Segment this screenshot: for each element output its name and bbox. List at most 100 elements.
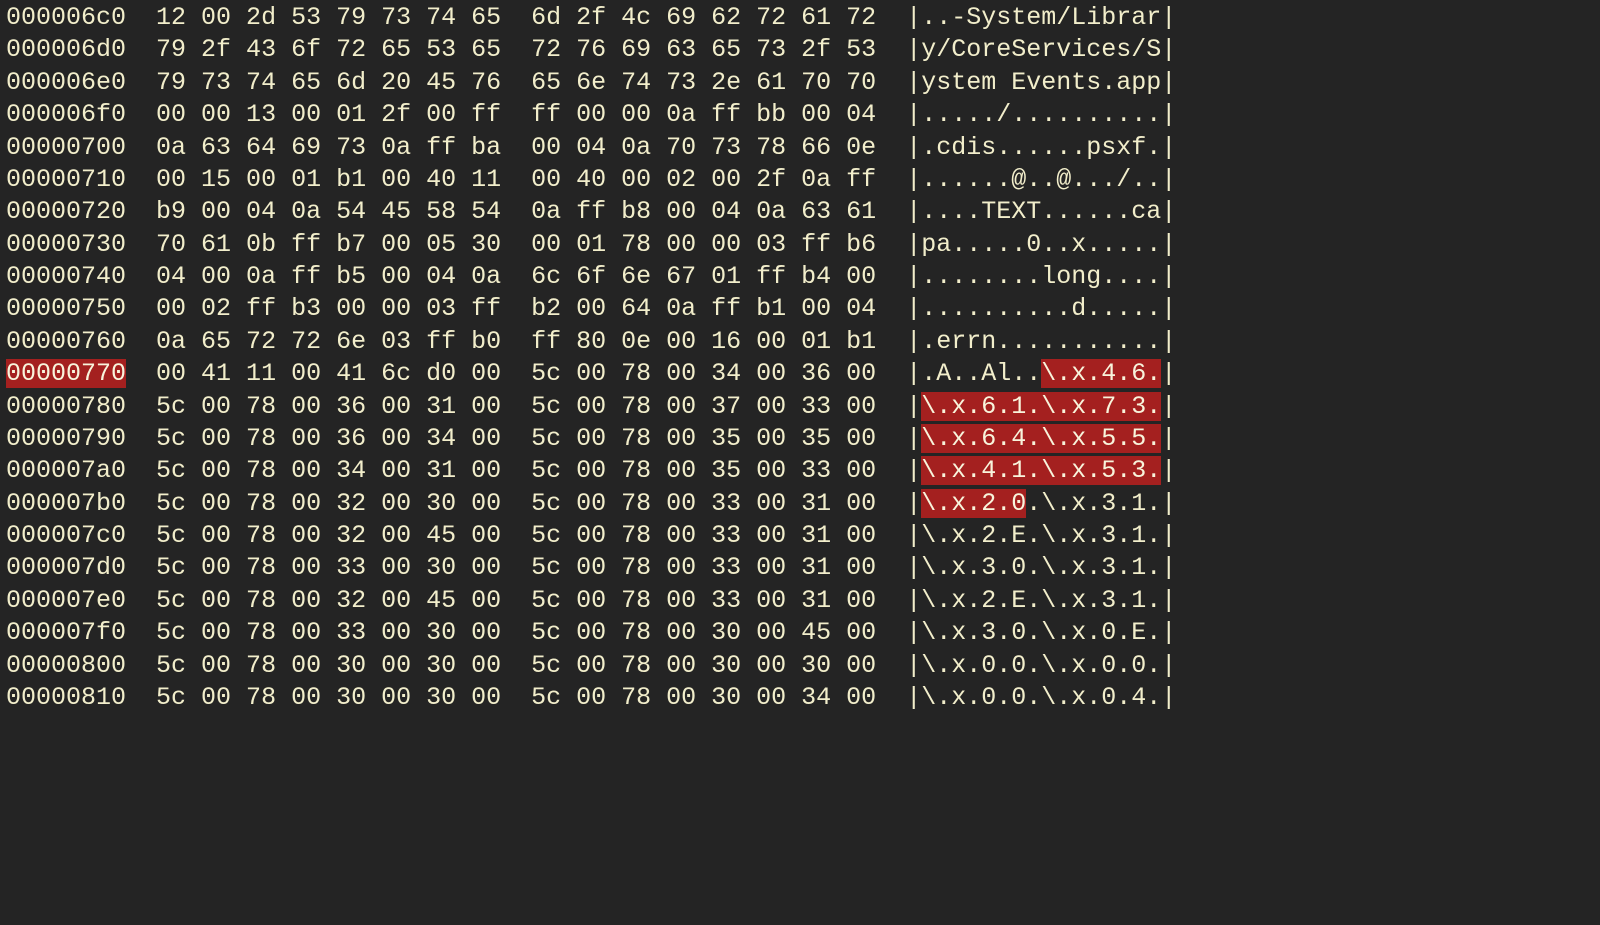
hex-row: 000006e0 79 73 74 65 6d 20 45 76 65 6e 7… xyxy=(6,67,1594,99)
hex-ascii: \.x.2.0.\.x.3.1. xyxy=(921,489,1161,518)
hex-ascii: \.x.6.1.\.x.7.3. xyxy=(921,392,1161,421)
hex-address: 000007d0 xyxy=(6,553,126,582)
hex-ascii-run: y/CoreServices/S xyxy=(921,35,1161,64)
hex-row: 000007e0 5c 00 78 00 32 00 45 00 5c 00 7… xyxy=(6,585,1594,617)
hex-bytes-2: 00 40 00 02 00 2f 0a ff xyxy=(531,165,876,194)
hex-address: 00000700 xyxy=(6,133,126,162)
hex-row: 000007d0 5c 00 78 00 33 00 30 00 5c 00 7… xyxy=(6,552,1594,584)
hex-address: 000007c0 xyxy=(6,521,126,550)
hex-address: 00000790 xyxy=(6,424,126,453)
hex-bytes-1: 5c 00 78 00 33 00 30 00 xyxy=(156,553,501,582)
hex-row: 000007c0 5c 00 78 00 32 00 45 00 5c 00 7… xyxy=(6,520,1594,552)
hex-ascii-run: \.x.3.0.\.x.0.E. xyxy=(921,618,1161,647)
hex-ascii-run: \.x.4.6. xyxy=(1041,359,1161,388)
hex-ascii: ..-System/Librar xyxy=(921,3,1161,32)
hex-ascii: ...../.......... xyxy=(921,100,1161,129)
hex-bytes-2: 6d 2f 4c 69 62 72 61 72 xyxy=(531,3,876,32)
hex-ascii: ........long.... xyxy=(921,262,1161,291)
hex-address: 00000730 xyxy=(6,230,126,259)
hex-bytes-1: 5c 00 78 00 32 00 45 00 xyxy=(156,521,501,550)
hex-bytes-1: 04 00 0a ff b5 00 04 0a xyxy=(156,262,501,291)
hex-bytes-1: 5c 00 78 00 32 00 30 00 xyxy=(156,489,501,518)
hex-bytes-1: 12 00 2d 53 79 73 74 65 xyxy=(156,3,501,32)
hex-address: 00000720 xyxy=(6,197,126,226)
hex-ascii: \.x.0.0.\.x.0.0. xyxy=(921,651,1161,680)
hex-ascii-run: .cdis......psxf. xyxy=(921,133,1161,162)
hex-address: 00000750 xyxy=(6,294,126,323)
hex-bytes-1: 5c 00 78 00 36 00 31 00 xyxy=(156,392,501,421)
hex-row: 000007a0 5c 00 78 00 34 00 31 00 5c 00 7… xyxy=(6,455,1594,487)
hex-ascii-run: pa.....0..x..... xyxy=(921,230,1161,259)
hex-ascii-run: \.x.2.0 xyxy=(921,489,1026,518)
hex-bytes-2: 00 01 78 00 00 03 ff b6 xyxy=(531,230,876,259)
hex-ascii: ....TEXT......ca xyxy=(921,197,1161,226)
hex-ascii-run: .errn........... xyxy=(921,327,1161,356)
hex-ascii: ystem Events.app xyxy=(921,68,1161,97)
hex-ascii-run: ystem Events.app xyxy=(921,68,1161,97)
hex-address: 00000710 xyxy=(6,165,126,194)
hex-row: 00000790 5c 00 78 00 36 00 34 00 5c 00 7… xyxy=(6,423,1594,455)
hex-address: 000007f0 xyxy=(6,618,126,647)
hex-bytes-1: 00 00 13 00 01 2f 00 ff xyxy=(156,100,501,129)
hex-row: 00000800 5c 00 78 00 30 00 30 00 5c 00 7… xyxy=(6,650,1594,682)
hex-ascii: .A..Al..\.x.4.6. xyxy=(921,359,1161,388)
hex-bytes-2: 00 04 0a 70 73 78 66 0e xyxy=(531,133,876,162)
hex-bytes-1: b9 00 04 0a 54 45 58 54 xyxy=(156,197,501,226)
hex-bytes-1: 5c 00 78 00 32 00 45 00 xyxy=(156,586,501,615)
hex-row: 00000730 70 61 0b ff b7 00 05 30 00 01 7… xyxy=(6,229,1594,261)
hex-row: 00000780 5c 00 78 00 36 00 31 00 5c 00 7… xyxy=(6,391,1594,423)
hex-ascii: \.x.2.E.\.x.3.1. xyxy=(921,586,1161,615)
hex-address: 000006f0 xyxy=(6,100,126,129)
hex-ascii: \.x.4.1.\.x.5.3. xyxy=(921,456,1161,485)
hex-address: 00000800 xyxy=(6,651,126,680)
hex-bytes-2: 5c 00 78 00 33 00 31 00 xyxy=(531,586,876,615)
hex-bytes-2: 5c 00 78 00 33 00 31 00 xyxy=(531,553,876,582)
hex-address: 00000810 xyxy=(6,683,126,712)
hex-bytes-2: 72 76 69 63 65 73 2f 53 xyxy=(531,35,876,64)
hex-bytes-2: 5c 00 78 00 37 00 33 00 xyxy=(531,392,876,421)
hex-address: 000006d0 xyxy=(6,35,126,64)
hex-address: 000007b0 xyxy=(6,489,126,518)
hex-ascii-run: \.x.2.E.\.x.3.1. xyxy=(921,586,1161,615)
hex-bytes-2: 5c 00 78 00 35 00 33 00 xyxy=(531,456,876,485)
hex-bytes-2: 6c 6f 6e 67 01 ff b4 00 xyxy=(531,262,876,291)
hex-ascii: \.x.3.0.\.x.3.1. xyxy=(921,553,1161,582)
hex-bytes-1: 00 02 ff b3 00 00 03 ff xyxy=(156,294,501,323)
hex-bytes-1: 5c 00 78 00 36 00 34 00 xyxy=(156,424,501,453)
hex-address: 00000740 xyxy=(6,262,126,291)
hex-bytes-2: 5c 00 78 00 33 00 31 00 xyxy=(531,521,876,550)
hex-ascii: y/CoreServices/S xyxy=(921,35,1161,64)
hex-row: 00000810 5c 00 78 00 30 00 30 00 5c 00 7… xyxy=(6,682,1594,714)
hex-bytes-2: 5c 00 78 00 33 00 31 00 xyxy=(531,489,876,518)
hex-bytes-2: ff 00 00 0a ff bb 00 04 xyxy=(531,100,876,129)
hex-bytes-2: 5c 00 78 00 30 00 30 00 xyxy=(531,651,876,680)
hex-row: 00000710 00 15 00 01 b1 00 40 11 00 40 0… xyxy=(6,164,1594,196)
hex-row: 000006d0 79 2f 43 6f 72 65 53 65 72 76 6… xyxy=(6,34,1594,66)
hex-address: 00000780 xyxy=(6,392,126,421)
hex-ascii-run: ......@..@.../.. xyxy=(921,165,1161,194)
hex-ascii-run: \.x.0.0.\.x.0.0. xyxy=(921,651,1161,680)
hex-bytes-1: 79 73 74 65 6d 20 45 76 xyxy=(156,68,501,97)
hex-row: 000006f0 00 00 13 00 01 2f 00 ff ff 00 0… xyxy=(6,99,1594,131)
hex-ascii-run: \.x.4.1.\.x.5.3. xyxy=(921,456,1161,485)
hex-bytes-2: 65 6e 74 73 2e 61 70 70 xyxy=(531,68,876,97)
hex-bytes-1: 79 2f 43 6f 72 65 53 65 xyxy=(156,35,501,64)
hex-ascii: \.x.0.0.\.x.0.4. xyxy=(921,683,1161,712)
hex-ascii: pa.....0..x..... xyxy=(921,230,1161,259)
hex-dump: 000006c0 12 00 2d 53 79 73 74 65 6d 2f 4… xyxy=(0,0,1600,716)
hex-row: 00000760 0a 65 72 72 6e 03 ff b0 ff 80 0… xyxy=(6,326,1594,358)
hex-bytes-1: 00 41 11 00 41 6c d0 00 xyxy=(156,359,501,388)
hex-bytes-1: 70 61 0b ff b7 00 05 30 xyxy=(156,230,501,259)
hex-bytes-2: 0a ff b8 00 04 0a 63 61 xyxy=(531,197,876,226)
hex-ascii-run: \.x.0.0.\.x.0.4. xyxy=(921,683,1161,712)
hex-bytes-1: 0a 63 64 69 73 0a ff ba xyxy=(156,133,501,162)
hex-ascii-run: .\.x.3.1. xyxy=(1026,489,1161,518)
hex-ascii: ......@..@.../.. xyxy=(921,165,1161,194)
hex-row: 00000770 00 41 11 00 41 6c d0 00 5c 00 7… xyxy=(6,358,1594,390)
hex-bytes-1: 0a 65 72 72 6e 03 ff b0 xyxy=(156,327,501,356)
hex-bytes-2: 5c 00 78 00 35 00 35 00 xyxy=(531,424,876,453)
hex-ascii: .errn........... xyxy=(921,327,1161,356)
hex-ascii-run: \.x.2.E.\.x.3.1. xyxy=(921,521,1161,550)
hex-address: 00000770 xyxy=(6,359,126,388)
hex-bytes-1: 00 15 00 01 b1 00 40 11 xyxy=(156,165,501,194)
